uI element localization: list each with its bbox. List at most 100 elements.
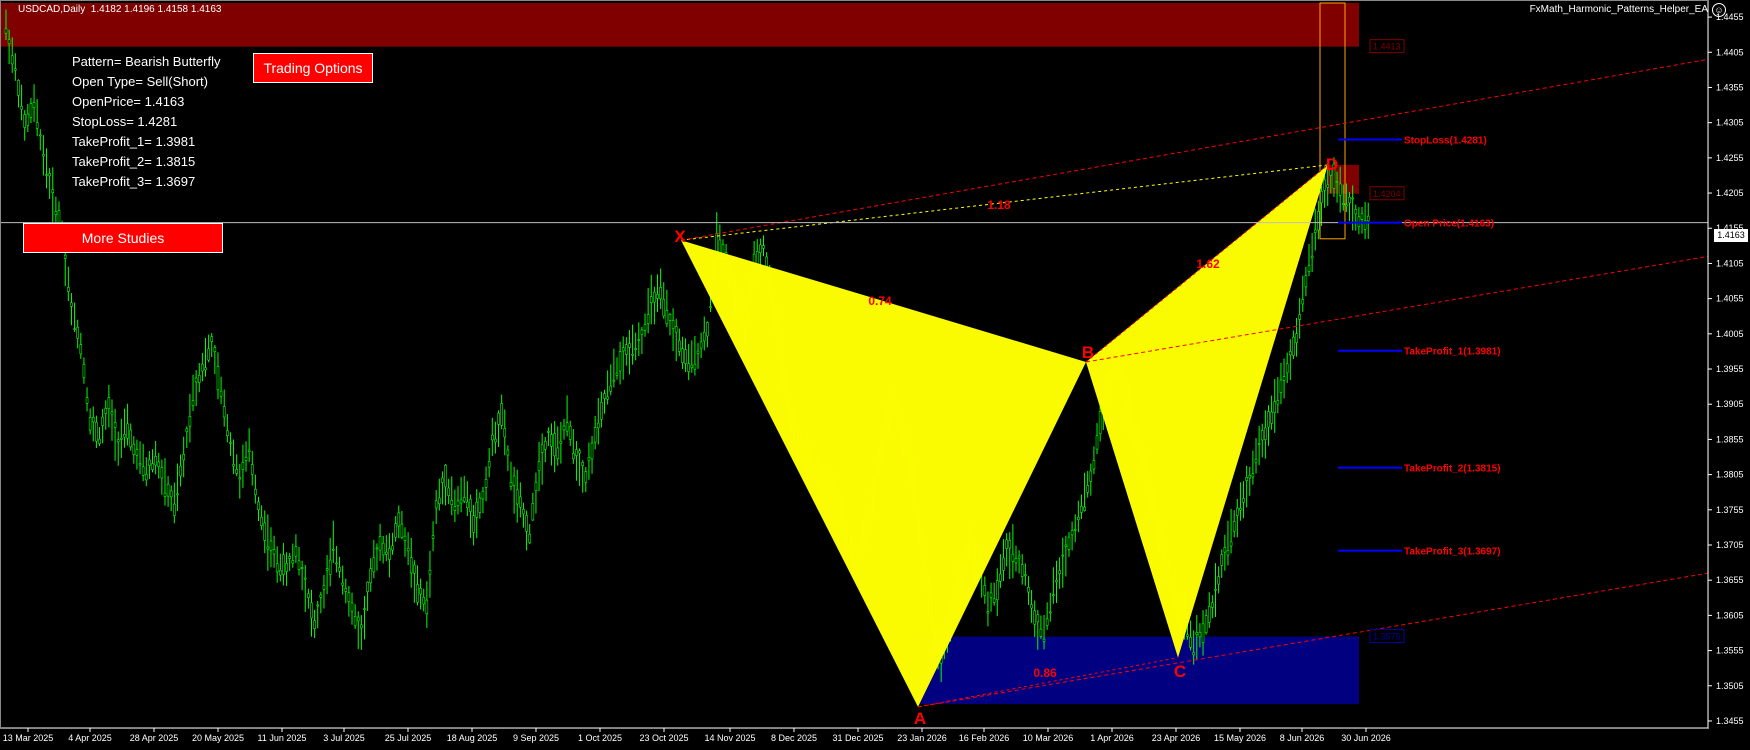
candle-body: [73, 328, 76, 330]
candle-body: [363, 608, 366, 610]
y-tick-label: 1.3755: [1716, 505, 1744, 515]
candle-body: [1304, 275, 1308, 288]
candle-body: [1232, 521, 1236, 532]
candle-body: [631, 353, 634, 356]
candle-body: [144, 473, 148, 481]
candle-body: [999, 573, 1002, 582]
candle-body: [986, 611, 990, 614]
candle-body: [285, 563, 288, 572]
trading-options-button[interactable]: Trading Options: [253, 53, 373, 83]
candle-body: [1345, 204, 1348, 207]
ea-name: FxMath_Harmonic_Patterns_Helper_EA: [1529, 4, 1708, 15]
candle-body: [179, 465, 182, 477]
candle-body: [341, 582, 344, 586]
x-tick-label: 23 Apr 2026: [1152, 733, 1201, 743]
candle-body: [487, 461, 491, 468]
candle-body: [1061, 554, 1065, 557]
candle-body: [444, 464, 447, 488]
x-tick-label: 15 May 2026: [1214, 733, 1266, 743]
stop-loss-text: StopLoss= 1.4281: [72, 114, 178, 129]
candle-body: [26, 113, 30, 126]
candle-body: [472, 515, 475, 533]
open-price-text: OpenPrice= 1.4163: [72, 94, 185, 109]
candle-body: [1260, 430, 1264, 441]
candle-body: [1282, 376, 1286, 381]
candle-body: [282, 554, 285, 575]
candle-body: [288, 556, 291, 559]
candle-body: [160, 467, 164, 479]
candle-body: [353, 616, 357, 627]
candle-body: [1310, 255, 1314, 259]
candle-body: [1254, 459, 1258, 463]
candle-body: [1039, 628, 1043, 637]
candle-body: [85, 397, 89, 404]
take-profit-2-text: TakeProfit_2= 1.3815: [72, 154, 196, 169]
candle-body: [413, 564, 416, 574]
candle-body: [671, 320, 675, 329]
candle-body: [437, 497, 441, 505]
candle-body: [1064, 544, 1068, 547]
candle-body: [584, 471, 588, 483]
current-price-tag: 1.4163: [1714, 229, 1748, 242]
candle-body: [91, 417, 95, 423]
candle-body: [556, 447, 560, 460]
ratio-label: 0.74: [868, 294, 892, 308]
candle-body: [151, 463, 154, 470]
y-tick-label: 1.3455: [1716, 716, 1744, 726]
candle-body: [356, 616, 360, 622]
pattern-point-b: B: [1082, 343, 1094, 362]
candle-body: [191, 400, 195, 406]
candle-body: [272, 549, 276, 555]
candle-body: [581, 462, 584, 466]
candle-body: [575, 449, 578, 456]
candle-body: [640, 329, 644, 335]
candle-body: [568, 425, 572, 440]
candle-body: [244, 456, 248, 461]
candle-body: [1248, 475, 1252, 479]
candle-body: [1073, 528, 1077, 531]
candle-body: [431, 535, 435, 539]
candle-body: [475, 501, 479, 518]
candle-body: [1217, 576, 1220, 585]
price-chart[interactable]: StopLoss(1.4281) Open Price(1.4163) TakePr…: [0, 0, 1750, 750]
candle-body: [519, 496, 522, 508]
candle-body: [550, 434, 553, 447]
candle-body: [279, 569, 282, 576]
candle-body: [702, 332, 706, 342]
y-tick-label: 1.4255: [1716, 153, 1744, 163]
candle-body: [260, 516, 263, 526]
more-studies-button[interactable]: More Studies: [23, 223, 223, 253]
candle-body: [1245, 476, 1248, 481]
candle-body: [1301, 299, 1305, 305]
candle-body: [450, 500, 454, 505]
candle-body: [547, 431, 550, 433]
stop-loss-label: StopLoss(1.4281): [1404, 136, 1487, 147]
candle-body: [1030, 604, 1033, 609]
candle-body: [1207, 606, 1211, 623]
candle-body: [347, 592, 351, 603]
candle-body: [35, 122, 39, 129]
candle-body: [593, 427, 597, 443]
candle-body: [7, 39, 11, 44]
candle-body: [1020, 564, 1024, 577]
candle-body: [587, 457, 591, 461]
take-profit-3-text: TakeProfit_3= 1.3697: [72, 174, 196, 189]
candle-body: [1273, 401, 1277, 413]
candle-body: [1027, 586, 1030, 593]
smiley-icon[interactable]: ☺: [1712, 3, 1726, 17]
candle-body: [706, 322, 709, 337]
candle-body: [1295, 333, 1298, 343]
candle-body: [338, 567, 341, 572]
candle-body: [1042, 638, 1046, 642]
candle-body: [1077, 516, 1080, 521]
candle-body: [1198, 632, 1202, 638]
candle-body: [23, 114, 27, 128]
candle-body: [456, 500, 460, 507]
candle-body: [313, 620, 316, 630]
x-tick-label: 31 Dec 2025: [832, 733, 883, 743]
candle-body: [266, 546, 270, 550]
candle-body: [1354, 209, 1358, 215]
candle-body: [154, 456, 157, 466]
trade-info-panel: Pattern= Bearish Butterfly Open Type= Se…: [72, 52, 221, 192]
candle-body: [1033, 610, 1036, 625]
